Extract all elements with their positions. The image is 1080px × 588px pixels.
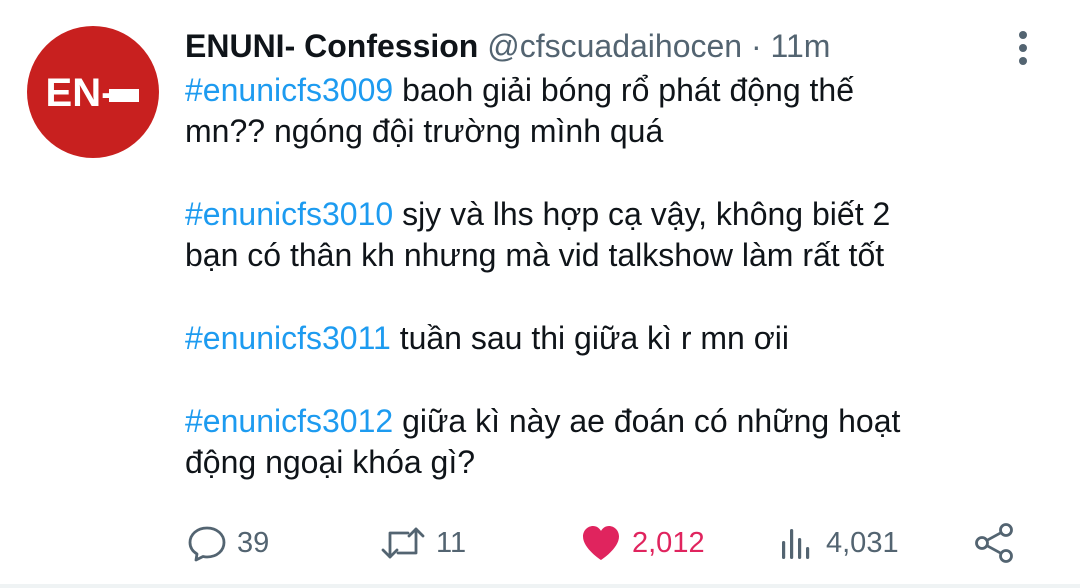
line-text: mn?? ngóng đội trường mình quá	[185, 113, 664, 149]
tweet[interactable]: EN- ENUNI- Confession @cfscuadaihocen · …	[0, 0, 1080, 588]
heart-filled-icon	[583, 526, 619, 560]
retweet-button[interactable]: 11	[380, 515, 466, 571]
line-text: bạn có thân kh nhưng mà vid talkshow làm…	[185, 237, 885, 273]
timestamp[interactable]: 11m	[771, 28, 831, 64]
views-button[interactable]: 4,031	[778, 515, 899, 571]
text-line: #enunicfs3009 baoh giải bóng rổ phát độn…	[185, 70, 1035, 111]
text-line: #enunicfs3011 tuần sau thi giữa kì r mn …	[185, 318, 1035, 359]
confession-paragraph: #enunicfs3011 tuần sau thi giữa kì r mn …	[185, 318, 1035, 359]
retweet-count: 11	[436, 526, 467, 559]
divider	[0, 584, 1080, 588]
line-text: tuần sau thi giữa kì r mn ơii	[390, 320, 789, 356]
analytics-icon	[782, 529, 810, 559]
line-text: động ngoại khóa gì?	[185, 444, 476, 480]
reply-icon	[188, 526, 226, 562]
hashtag-link[interactable]: #enunicfs3011	[185, 320, 391, 356]
confession-paragraph: #enunicfs3009 baoh giải bóng rổ phát độn…	[185, 70, 1035, 152]
view-count: 4,031	[826, 526, 899, 559]
retweet-icon	[381, 527, 425, 559]
line-text: sjy và lhs hợp cạ vậy, không biết 2	[393, 196, 891, 232]
more-vertical-icon	[1019, 31, 1027, 65]
text-line: #enunicfs3010 sjy và lhs hợp cạ vậy, khô…	[185, 194, 1035, 235]
text-line: mn?? ngóng đội trường mình quá	[185, 111, 1035, 152]
hashtag-link[interactable]: #enunicfs3009	[185, 72, 393, 108]
share-icon	[975, 523, 1013, 563]
text-line: #enunicfs3012 giữa kì này ae đoán có nhữ…	[185, 401, 1035, 442]
more-options-button[interactable]	[1008, 28, 1038, 68]
confession-paragraph: #enunicfs3012 giữa kì này ae đoán có nhữ…	[185, 401, 1035, 483]
text-line: động ngoại khóa gì?	[185, 442, 1035, 483]
separator-dot: ·	[750, 28, 762, 64]
share-button[interactable]	[972, 515, 1026, 571]
line-text: giữa kì này ae đoán có những hoạt	[393, 403, 901, 439]
text-line: bạn có thân kh nhưng mà vid talkshow làm…	[185, 235, 1035, 276]
hashtag-link[interactable]: #enunicfs3010	[185, 196, 393, 232]
reply-button[interactable]: 39	[187, 515, 269, 571]
like-button[interactable]: 2,012	[580, 515, 705, 571]
svg-text:EN-: EN-	[46, 71, 115, 115]
line-text: baoh giải bóng rổ phát động thế	[393, 72, 854, 108]
tweet-header: ENUNI- Confession @cfscuadaihocen · 11m	[185, 24, 830, 68]
author-name[interactable]: ENUNI- Confession	[185, 28, 478, 64]
action-bar: 39 11 2,012 4,031	[0, 515, 1080, 571]
confession-paragraph: #enunicfs3010 sjy và lhs hợp cạ vậy, khô…	[185, 194, 1035, 276]
like-count: 2,012	[632, 526, 705, 559]
tweet-text: #enunicfs3009 baoh giải bóng rổ phát độn…	[185, 70, 1035, 483]
avatar[interactable]: EN-	[27, 26, 159, 158]
reply-count: 39	[237, 526, 270, 559]
enhypen-logo-icon: EN-	[46, 71, 139, 115]
hashtag-link[interactable]: #enunicfs3012	[185, 403, 393, 439]
author-handle[interactable]: @cfscuadaihocen	[487, 28, 742, 64]
